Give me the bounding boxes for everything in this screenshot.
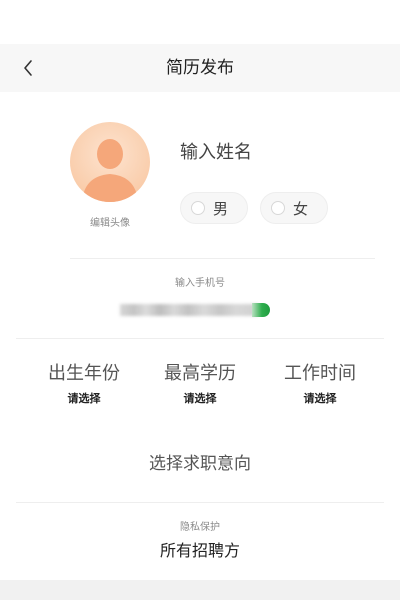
divider xyxy=(16,502,384,503)
gender-label: 女 xyxy=(293,199,309,218)
privacy-caption: 隐私保护 xyxy=(180,522,220,533)
privacy-selector[interactable]: 所有招聘方 xyxy=(0,538,400,564)
divider xyxy=(70,258,375,259)
navigation-bar: 简历发布 xyxy=(0,44,400,92)
selector-value: 请选择 xyxy=(303,392,337,405)
phone-caption: 输入手机号 xyxy=(175,278,225,289)
selector-title: 出生年份 xyxy=(48,363,120,384)
job-intention-selector[interactable]: 选择求职意向 xyxy=(0,448,400,480)
work-time-selector[interactable]: 工作时间 请选择 xyxy=(260,362,380,412)
bottom-bar xyxy=(0,580,400,600)
divider xyxy=(16,338,384,339)
selector-title: 工作时间 xyxy=(284,363,356,384)
radio-icon xyxy=(191,201,205,215)
avatar-icon xyxy=(70,122,150,202)
selector-value: 请选择 xyxy=(67,392,101,405)
avatar-button[interactable] xyxy=(70,122,150,202)
name-input[interactable] xyxy=(180,136,360,168)
radio-icon xyxy=(271,201,285,215)
avatar-caption: 编辑头像 xyxy=(90,218,130,229)
selector-value: 请选择 xyxy=(183,392,217,405)
phone-accent xyxy=(252,303,270,317)
page-title: 简历发布 xyxy=(166,58,234,78)
gender-label: 男 xyxy=(213,199,229,218)
resume-form: 编辑头像 男 女 输入手机号 出生年份 请选择 最高学历 请选择 工作时间 请选… xyxy=(0,92,400,580)
status-bar-area xyxy=(0,0,400,44)
phone-number-blurred xyxy=(120,304,258,316)
gender-option-male[interactable]: 男 xyxy=(180,192,248,224)
gender-option-female[interactable]: 女 xyxy=(260,192,328,224)
education-selector[interactable]: 最高学历 请选择 xyxy=(140,362,260,412)
birth-year-selector[interactable]: 出生年份 请选择 xyxy=(24,362,144,412)
back-button[interactable] xyxy=(8,44,48,92)
chevron-left-icon xyxy=(24,60,32,76)
selector-title: 最高学历 xyxy=(164,363,236,384)
phone-input[interactable] xyxy=(120,300,270,320)
